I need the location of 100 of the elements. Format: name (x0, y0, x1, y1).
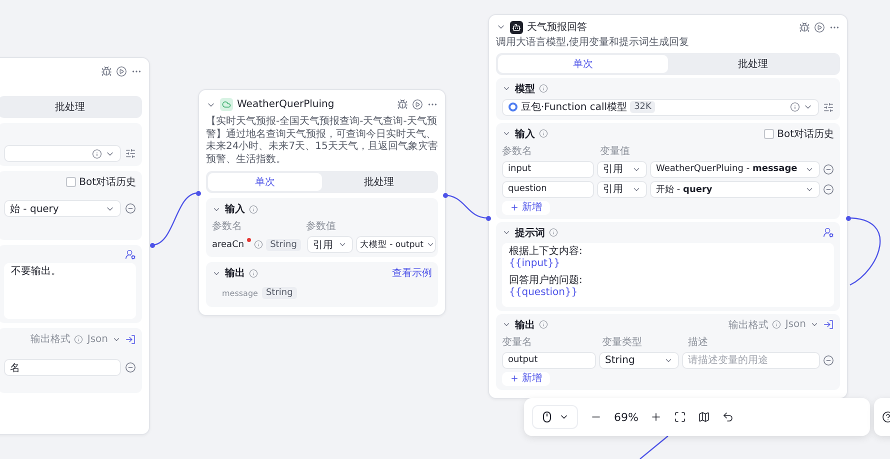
history-checkbox[interactable]: Bot对话历史 (66, 175, 136, 189)
output-port[interactable] (443, 193, 448, 198)
info-icon[interactable] (790, 102, 800, 112)
connector-line (640, 436, 668, 459)
user-settings-icon[interactable] (823, 227, 834, 238)
zoom-in-icon[interactable] (650, 411, 662, 423)
info-icon (74, 334, 84, 344)
variable-name-field[interactable]: output (502, 352, 596, 368)
interaction-mode-button[interactable] (532, 405, 578, 429)
node-title: 天气预报回答 (527, 20, 587, 34)
variable-select[interactable]: 大模型 - output (356, 236, 436, 253)
info-icon (772, 320, 782, 329)
remove-icon[interactable] (823, 354, 834, 366)
info-icon (254, 240, 264, 249)
remove-icon[interactable] (823, 164, 834, 174)
model-select[interactable]: 豆包·Function call模型 32K (502, 98, 819, 116)
column-header: 变量名 (502, 336, 533, 348)
output-port[interactable] (846, 216, 851, 221)
plus-icon (510, 374, 519, 383)
section-title: 输入 (225, 202, 245, 216)
chevron-down-icon[interactable] (502, 84, 511, 93)
variable-select[interactable]: WeatherQuerPluing - message (650, 160, 820, 178)
section-title: 模型 (515, 82, 535, 96)
prompt-box[interactable]: 不要输出。 (4, 263, 136, 319)
connector-line (848, 217, 881, 286)
run-icon[interactable] (116, 66, 127, 77)
model-icon (510, 20, 523, 34)
user-settings-icon[interactable] (125, 249, 136, 260)
input-port[interactable] (486, 216, 491, 221)
column-header: 参数值 (306, 220, 336, 233)
variable-name-field[interactable]: 名 (4, 359, 121, 376)
variable-select[interactable]: 开始 - query (650, 180, 820, 198)
history-checkbox[interactable]: Bot对话历史 (764, 126, 834, 140)
chevron-down-icon[interactable] (810, 320, 819, 329)
prompt-box[interactable]: 根据上下文内容: {{input}} 回答用户的问题: {{question}} (502, 242, 834, 306)
run-icon[interactable] (412, 99, 423, 110)
chevron-down-icon[interactable] (502, 129, 511, 138)
undo-icon[interactable] (722, 411, 734, 423)
tab[interactable]: 单次 (208, 173, 322, 191)
chevron-down-icon[interactable] (338, 240, 347, 249)
tab[interactable]: 批处理 (0, 98, 140, 116)
add-button[interactable]: 新增 (502, 200, 550, 214)
info-icon (539, 129, 548, 138)
tab[interactable]: 单次 (498, 54, 668, 72)
info-icon (249, 204, 258, 214)
plugin-icon (220, 98, 233, 111)
info-icon (539, 320, 548, 329)
column-header: 描述 (688, 336, 708, 348)
column-header: 变量值 (600, 144, 630, 158)
node-description: 调用大语言模型,使用变量和提示词生成回复 (496, 37, 690, 50)
section-title: 输出 (515, 318, 535, 332)
debug-icon[interactable] (101, 66, 112, 77)
zoom-level: 69% (614, 410, 638, 424)
tab[interactable]: 批处理 (322, 173, 436, 191)
parameter-name-field[interactable]: input (502, 160, 594, 178)
info-icon (249, 268, 258, 278)
column-header: 参数名 (502, 144, 533, 158)
source-select[interactable]: 引用 (597, 180, 647, 198)
remove-icon[interactable] (125, 362, 136, 373)
section-title: 输入 (515, 128, 535, 140)
source-select[interactable]: 引用 (306, 236, 353, 253)
section-title: 输出 (225, 266, 245, 280)
input-port[interactable] (196, 191, 201, 196)
type-select[interactable]: String (599, 352, 679, 368)
tab[interactable]: 批处理 (668, 54, 838, 72)
chevron-down-icon[interactable] (502, 228, 511, 237)
parameter-name-field[interactable]: question (502, 180, 594, 198)
node-title: WeatherQuerPluing (237, 99, 334, 110)
settings-icon[interactable] (125, 148, 136, 159)
plus-icon (510, 203, 519, 212)
type-tag: String (262, 287, 297, 299)
export-icon[interactable] (125, 334, 136, 344)
remove-icon[interactable] (125, 203, 136, 214)
chevron-down-icon[interactable] (502, 320, 511, 329)
variable-select[interactable]: 始 - query (4, 200, 121, 217)
run-icon[interactable] (814, 22, 825, 32)
chevron-down-icon[interactable] (426, 240, 436, 249)
info-icon (549, 228, 558, 237)
info-icon[interactable] (92, 148, 102, 158)
minimap-icon[interactable] (698, 411, 710, 423)
parameter-name: message (222, 288, 258, 298)
section-title: 提示词 (515, 226, 545, 240)
debug-icon[interactable] (397, 99, 408, 110)
view-example-link[interactable]: 查看示例 (392, 266, 432, 280)
column-header: 变量类型 (602, 336, 643, 348)
parameter-name: areaCn (212, 240, 244, 250)
mouse-icon (541, 411, 553, 423)
column-header: 参数名 (212, 220, 243, 233)
remove-icon[interactable] (823, 184, 834, 194)
fit-view-icon[interactable] (674, 411, 686, 423)
model-logo-icon (508, 102, 518, 112)
format-label: 输出格式 (728, 318, 768, 332)
add-button[interactable]: 新增 (502, 372, 550, 386)
info-icon (539, 84, 548, 93)
settings-icon[interactable] (823, 102, 834, 112)
type-tag: String (266, 238, 301, 250)
export-icon[interactable] (823, 319, 834, 330)
output-port[interactable] (150, 243, 155, 248)
source-select[interactable]: 引用 (597, 160, 647, 178)
debug-icon[interactable] (799, 22, 810, 32)
